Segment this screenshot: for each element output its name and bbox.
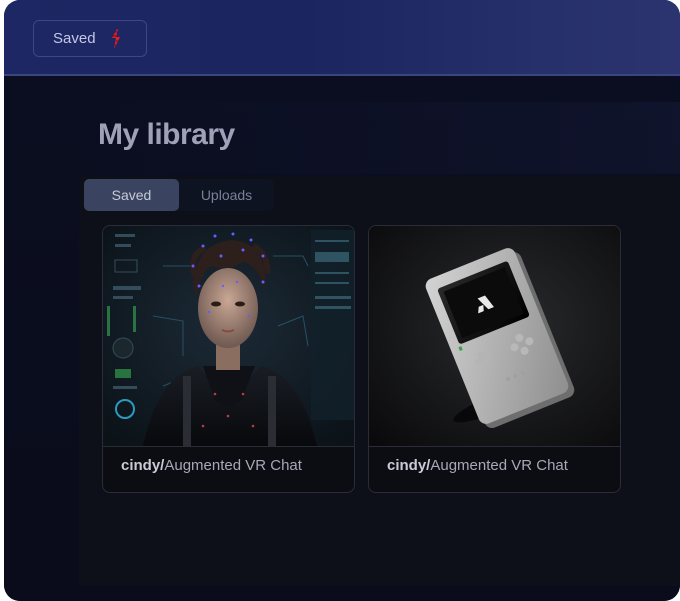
library-card[interactable]: cindy/Augmented VR Chat: [102, 225, 355, 493]
card-user: cindy/: [387, 457, 431, 474]
library-tabs: Saved Uploads: [84, 179, 274, 211]
top-bar: Saved: [4, 0, 680, 76]
card-caption: cindy/Augmented VR Chat: [121, 457, 302, 474]
saved-button[interactable]: Saved: [33, 20, 147, 57]
card-title: Augmented VR Chat: [430, 457, 568, 474]
tab-uploads[interactable]: Uploads: [179, 179, 274, 211]
saved-button-label: Saved: [53, 30, 96, 47]
handheld-console-image: [369, 226, 620, 447]
bolt-icon: [111, 28, 120, 49]
page-title: My library: [98, 118, 235, 151]
vr-woman-portrait-image: [103, 226, 354, 447]
card-caption: cindy/Augmented VR Chat: [387, 457, 568, 474]
library-card[interactable]: cindy/Augmented VR Chat: [368, 225, 621, 493]
card-user: cindy/: [121, 457, 165, 474]
tab-saved[interactable]: Saved: [84, 179, 179, 211]
card-title: Augmented VR Chat: [164, 457, 302, 474]
app-window: Saved My library Saved Uploads cindy/Aug…: [4, 0, 680, 601]
